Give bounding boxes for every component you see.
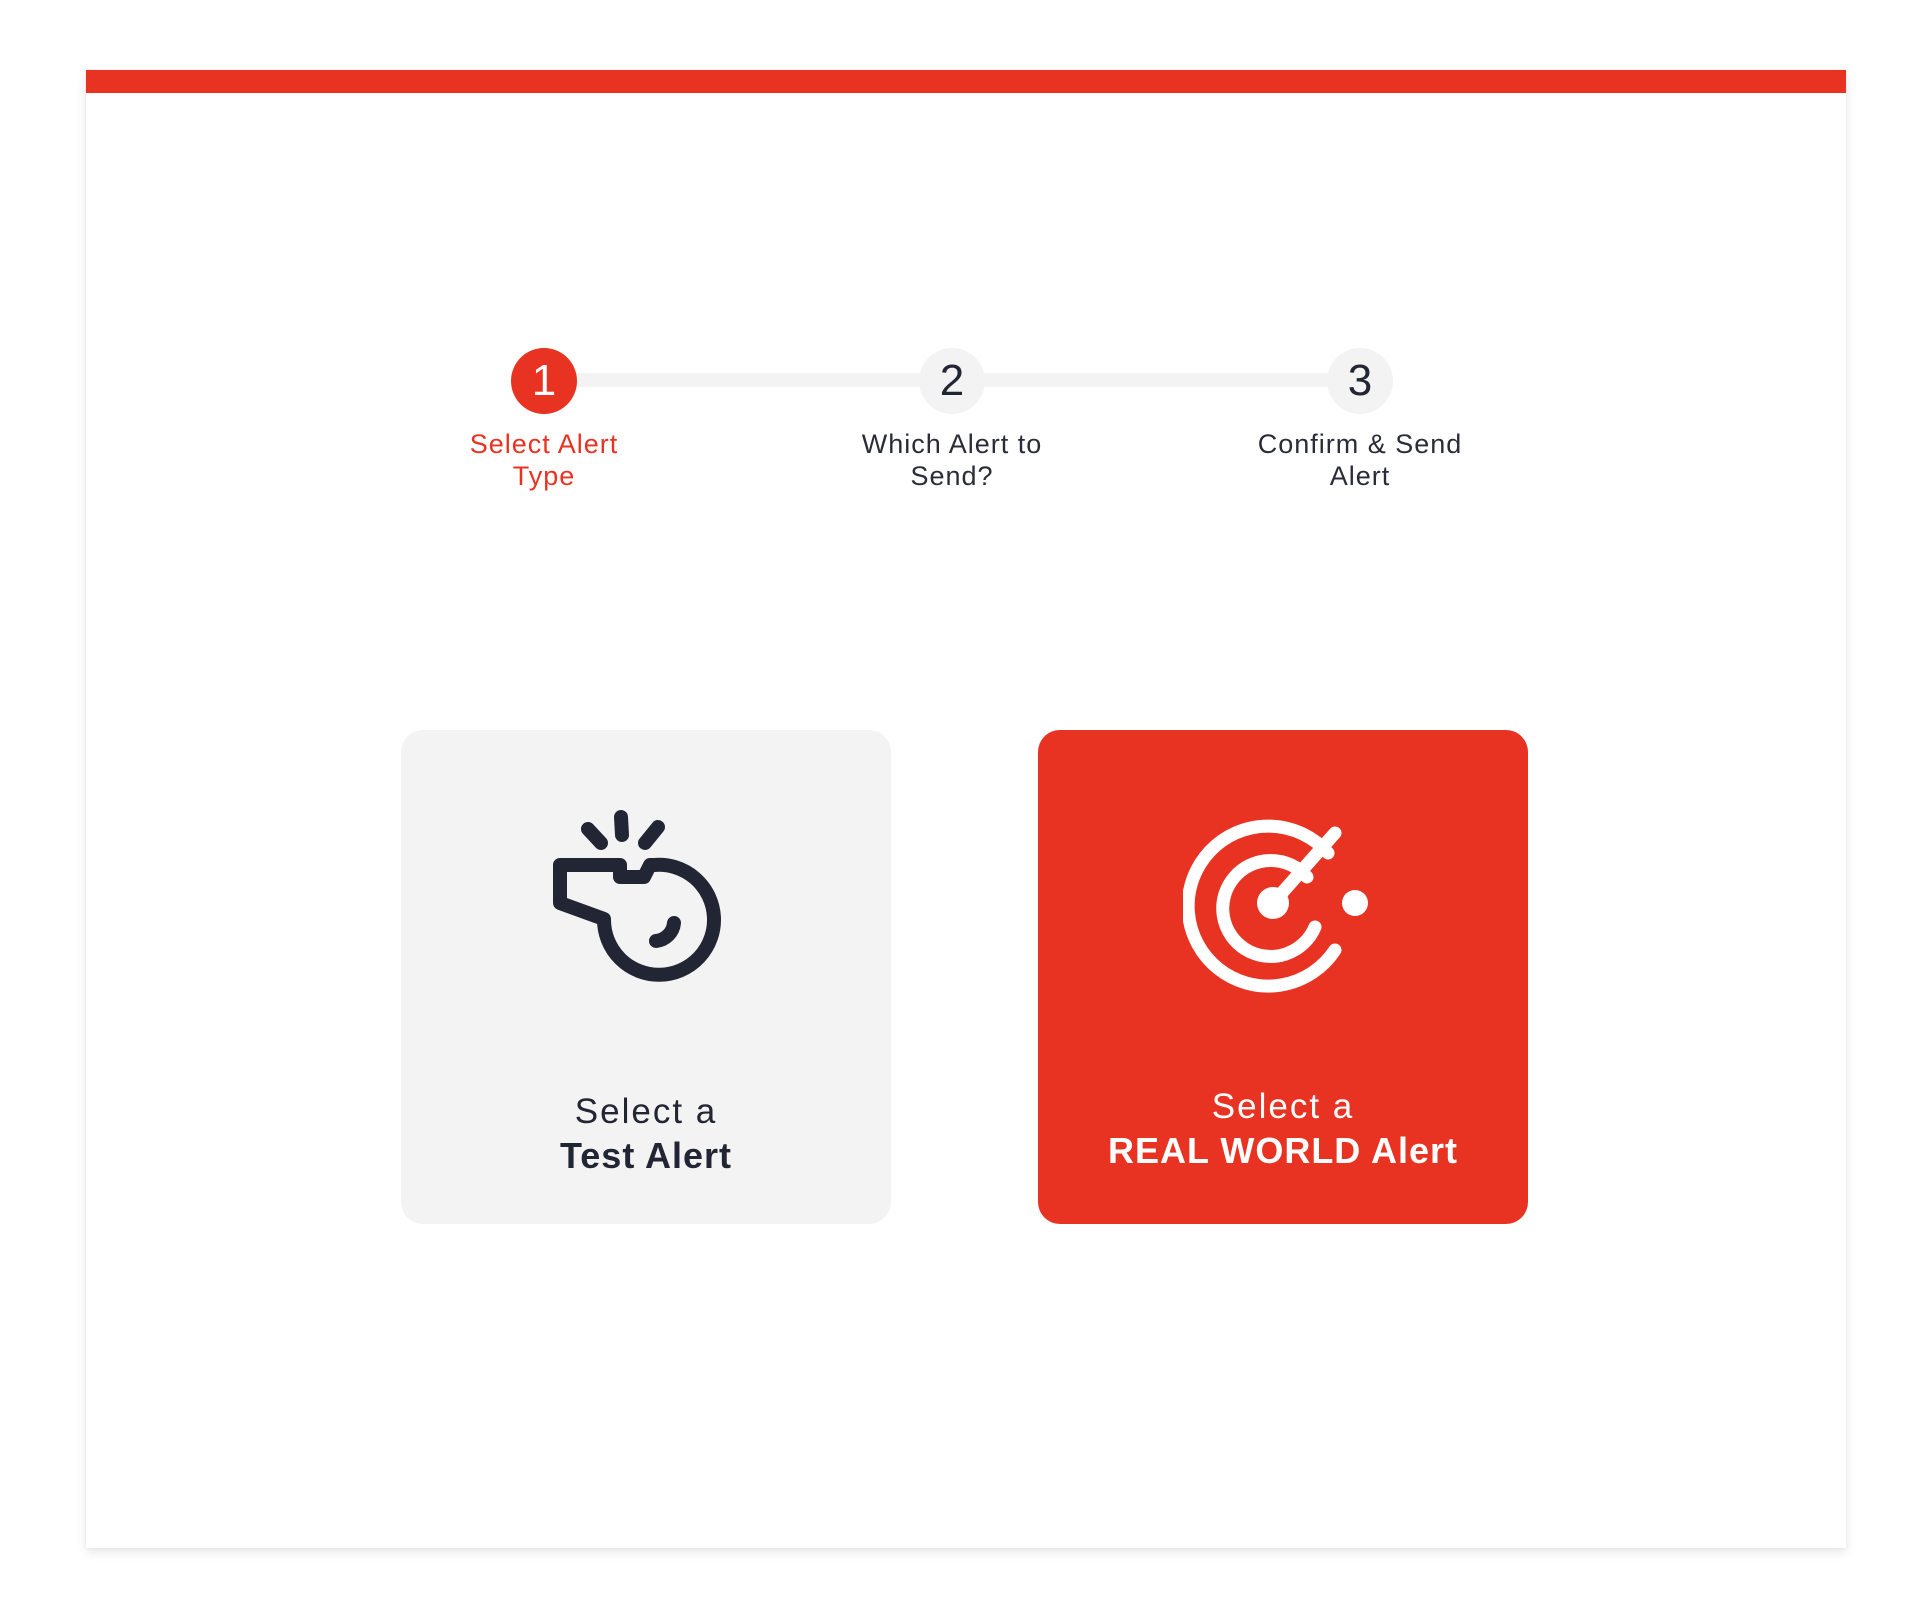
select-real-world-alert-button[interactable]: Select a REAL WORLD Alert (1038, 730, 1528, 1224)
whistle-icon (553, 810, 721, 982)
real-alert-line2: REAL WORLD Alert (1107, 1130, 1458, 1171)
step-1-label: Select Alert Type (414, 428, 674, 492)
radar-target-icon (1183, 819, 1368, 993)
select-test-alert-button[interactable]: Select a Test Alert (401, 730, 891, 1224)
alert-wizard-panel: 1 Select Alert Type 2 Which Alert to Sen… (86, 70, 1846, 1548)
step-2-label-line1: Which Alert to (861, 429, 1043, 459)
step-3-number: 3 (1327, 348, 1393, 414)
step-2-label-line2: Send? (910, 461, 994, 491)
step-1[interactable]: 1 Select Alert Type (414, 348, 674, 492)
step-2-label: Which Alert to Send? (822, 428, 1082, 492)
step-1-label-line1: Select Alert (469, 429, 619, 459)
real-alert-line1: Select a (1211, 1087, 1355, 1126)
step-1-label-line2: Type (512, 461, 576, 491)
test-alert-text: Select a Test Alert (401, 1090, 891, 1178)
step-3-label-line1: Confirm & Send (1257, 429, 1463, 459)
step-1-number: 1 (511, 348, 577, 414)
step-2-number: 2 (919, 348, 985, 414)
step-2[interactable]: 2 Which Alert to Send? (822, 348, 1082, 492)
test-alert-line2: Test Alert (559, 1135, 733, 1176)
test-alert-line1: Select a (574, 1092, 718, 1131)
step-3-label: Confirm & Send Alert (1230, 428, 1490, 492)
step-3-label-line2: Alert (1329, 461, 1391, 491)
progress-stepper: 1 Select Alert Type 2 Which Alert to Sen… (86, 70, 1846, 1548)
real-alert-text: Select a REAL WORLD Alert (1038, 1085, 1528, 1173)
step-3[interactable]: 3 Confirm & Send Alert (1230, 348, 1490, 492)
